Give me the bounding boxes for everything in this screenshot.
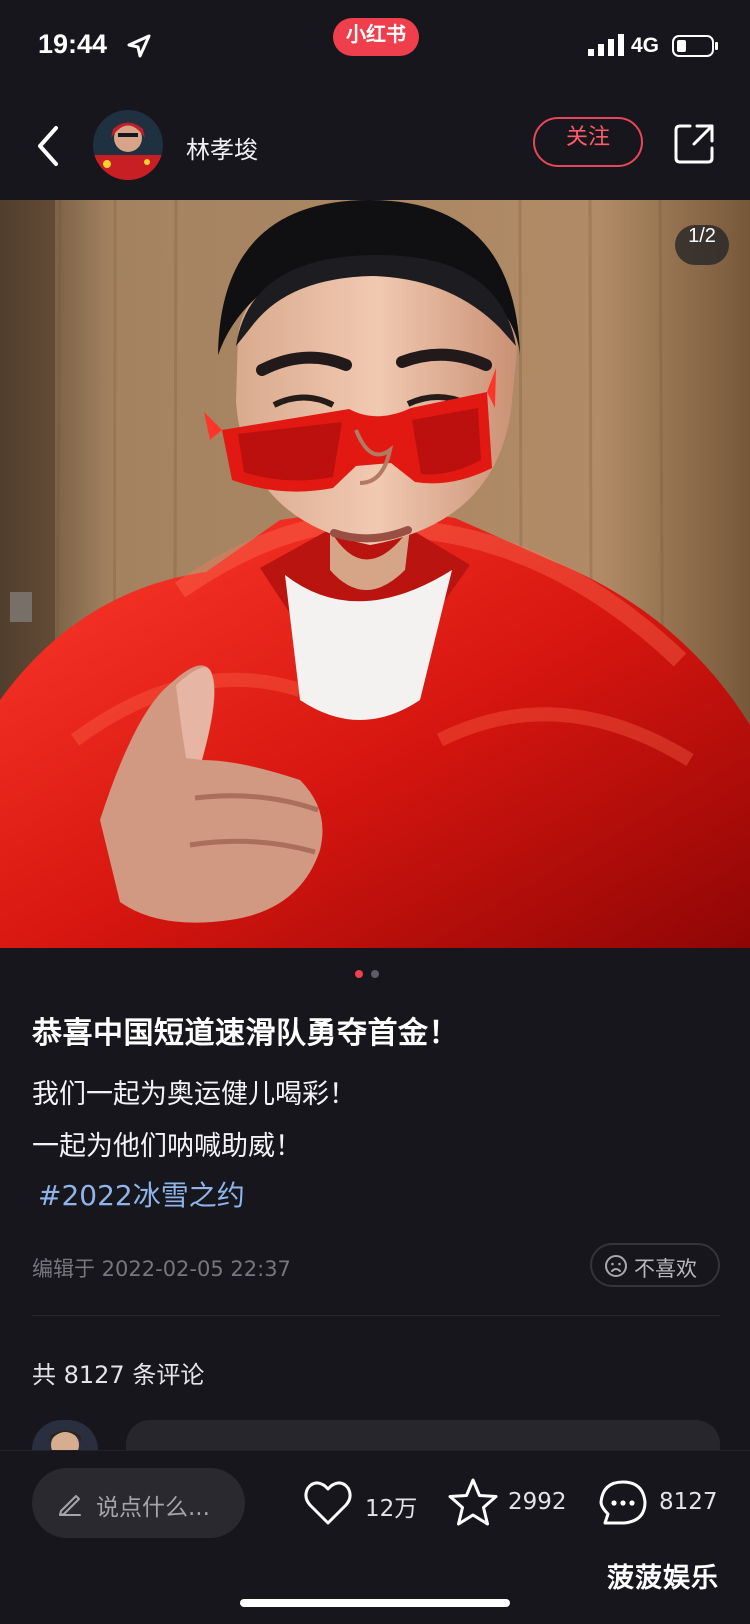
comment-count-button: 8127 bbox=[659, 1489, 718, 1515]
post-header: 林孝埈 关注 bbox=[0, 92, 750, 200]
app-logo-badge: 小红书 bbox=[333, 18, 419, 56]
comment-count: 共 8127 条评论 bbox=[32, 1361, 205, 1389]
image-page-indicator: 1/2 bbox=[675, 225, 729, 265]
network-label: 4G bbox=[631, 34, 660, 57]
author-avatar[interactable] bbox=[93, 110, 163, 180]
follow-button[interactable]: 关注 bbox=[533, 117, 643, 167]
battery-icon bbox=[672, 35, 718, 57]
post-body-line: 我们一起为奥运健儿喝彩！ bbox=[32, 1079, 356, 1110]
status-bar: 19:44 小红书 4G bbox=[0, 0, 750, 92]
share-icon[interactable] bbox=[672, 122, 716, 166]
post-photo[interactable]: 1/2 bbox=[0, 200, 750, 948]
comment-button[interactable]: 8127 bbox=[596, 1476, 724, 1530]
edit-time: 编辑于 2022-02-05 22:37 bbox=[32, 1257, 291, 1281]
dislike-label: 不喜欢 bbox=[634, 1257, 697, 1281]
status-time: 19:44 bbox=[38, 29, 108, 59]
collect-count: 2992 bbox=[508, 1489, 567, 1515]
heart-icon bbox=[304, 1481, 352, 1525]
signal-icon bbox=[588, 34, 624, 56]
collect-button[interactable]: 2992 bbox=[446, 1476, 574, 1530]
star-icon bbox=[448, 1478, 498, 1526]
carousel-dots bbox=[355, 970, 385, 980]
dislike-face-icon bbox=[605, 1255, 627, 1277]
like-count: 12万 bbox=[365, 1496, 418, 1522]
comment-avatar bbox=[32, 1420, 98, 1450]
watermark-text: 菠菠娱乐 bbox=[607, 1563, 719, 1594]
location-arrow-icon bbox=[127, 34, 151, 58]
comment-input[interactable]: 说点什么... bbox=[32, 1468, 245, 1538]
author-name[interactable]: 林孝埈 bbox=[186, 130, 258, 165]
post-body-line: 一起为他们呐喊助威！ bbox=[32, 1131, 302, 1162]
like-button[interactable]: 12万 bbox=[301, 1476, 419, 1530]
dislike-button[interactable]: 不喜欢 bbox=[590, 1243, 720, 1287]
active-dot bbox=[355, 970, 363, 978]
portrait-photo-image bbox=[0, 200, 750, 948]
post-title: 恭喜中国短道速滑队勇夺首金！ bbox=[32, 1016, 459, 1051]
bottom-action-bar: 说点什么... 12万 2992 8127 菠菠娱乐 bbox=[0, 1450, 750, 1624]
pencil-icon bbox=[59, 1495, 81, 1516]
post-hashtag[interactable]: #2022冰雪之约 bbox=[38, 1174, 245, 1214]
inactive-dot bbox=[371, 970, 379, 978]
home-indicator bbox=[240, 1599, 510, 1607]
comment-input-placeholder: 说点什么... bbox=[96, 1495, 210, 1521]
comment-preview-box bbox=[126, 1420, 720, 1450]
back-arrow-icon[interactable] bbox=[30, 122, 66, 170]
comment-bubble-icon bbox=[599, 1480, 647, 1525]
section-divider bbox=[32, 1315, 720, 1316]
